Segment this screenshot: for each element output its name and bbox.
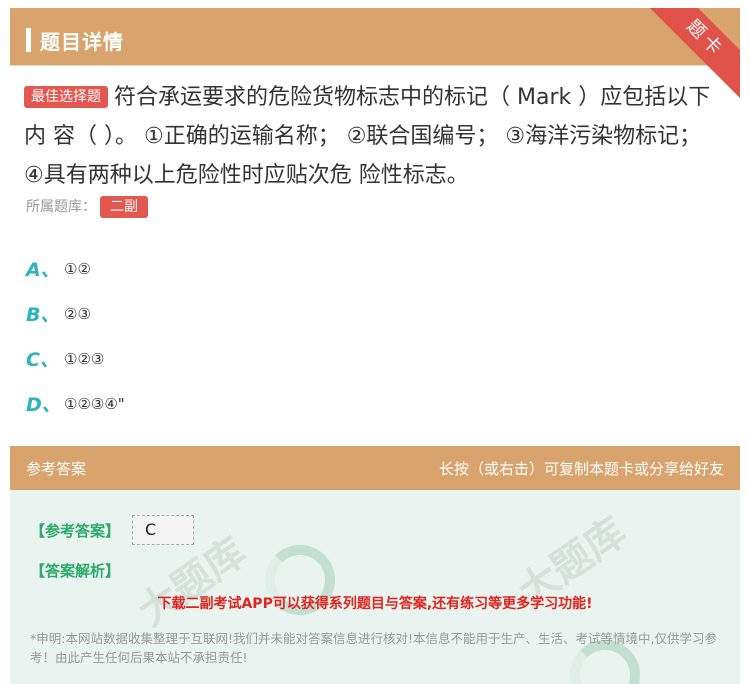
answer-header-label: 参考答案: [26, 460, 87, 478]
option-a[interactable]: A、 ①②: [26, 246, 125, 291]
bank-tag[interactable]: 二副: [100, 196, 148, 218]
option-letter: B、: [26, 304, 60, 326]
disclaimer-text: *申明:本网站数据收集整理于互联网!我们并未能对答案信息进行核对!本信息不能用于…: [30, 631, 717, 665]
question-type-badge: 最佳选择题: [24, 86, 108, 108]
copy-share-hint[interactable]: 长按（或右击）可复制本题卡或分享给好友: [439, 458, 724, 479]
question-text: 符合承运要求的危险货物标志中的标记（ Mark ）应包括以下内 容（ ）。 ①正…: [24, 85, 711, 188]
option-list: A、 ①② B、 ②③ C、 ①②③ D、 ①②③④": [26, 246, 125, 426]
header-bar: 题目详情: [10, 8, 740, 66]
header-accent-bar: [26, 28, 31, 52]
reference-answer-label: 【参考答案】: [30, 522, 121, 540]
option-text: ①②: [64, 259, 91, 278]
page-title: 题目详情: [40, 30, 124, 54]
option-text: ①②③④": [64, 394, 125, 413]
option-text: ①②③: [64, 349, 105, 368]
bank-label: 所属题库：: [26, 199, 96, 215]
answer-analysis-label: 【答案解析】: [30, 562, 121, 580]
option-c[interactable]: C、 ①②③: [26, 336, 125, 381]
option-d[interactable]: D、 ①②③④": [26, 381, 125, 426]
answer-header-bar: 参考答案 长按（或右击）可复制本题卡或分享给好友: [10, 446, 740, 490]
option-letter: C、: [26, 349, 59, 371]
app-download-promo[interactable]: 下载二副考试APP可以获得系列题目与答案,还有练习等更多学习功能!: [10, 593, 740, 613]
option-letter: A、: [26, 259, 60, 281]
option-text: ②③: [64, 304, 91, 323]
question-bank-row: 所属题库： 二副: [26, 196, 148, 218]
option-letter: D、: [26, 394, 61, 416]
answer-panel: 大题库 大题库 【参考答案】 C 【答案解析】 下载二副考试APP可以获得系列题…: [10, 490, 740, 684]
reference-answer-value: C: [132, 515, 194, 545]
option-b[interactable]: B、 ②③: [26, 291, 125, 336]
question-stem: 最佳选择题 符合承运要求的危险货物标志中的标记（ Mark ）应包括以下内 容（ …: [24, 78, 724, 195]
